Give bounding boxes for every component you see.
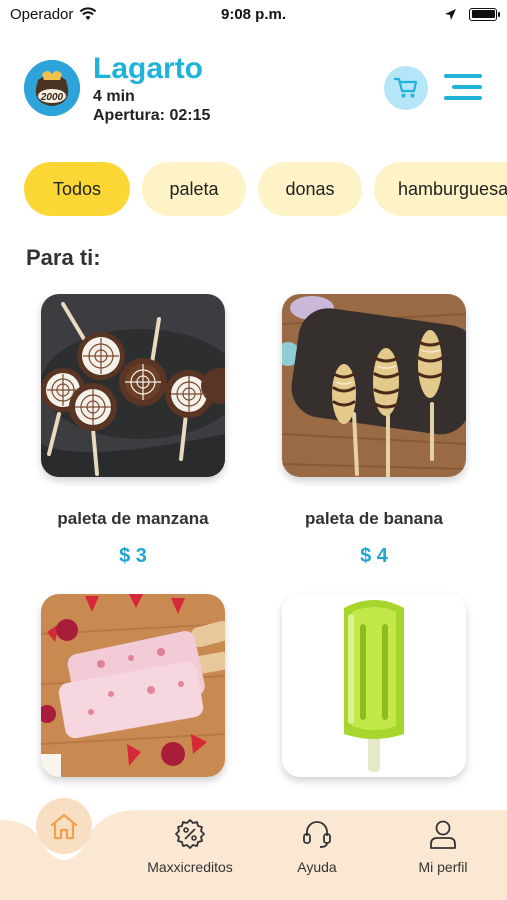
product-card[interactable]: paleta de manzana $ 3: [41, 294, 225, 568]
home-icon: [50, 813, 78, 840]
menu-icon: [444, 74, 482, 78]
category-chip-todos[interactable]: Todos: [24, 162, 130, 216]
cart-icon: [394, 77, 418, 98]
product-image[interactable]: [41, 294, 225, 477]
product-image[interactable]: [41, 594, 225, 777]
status-right: [444, 7, 500, 21]
discount-icon: [175, 819, 205, 849]
bottom-navigation: Maxxicreditos Ayuda Mi perfil: [0, 790, 507, 900]
cart-button[interactable]: [384, 66, 428, 110]
store-name: Lagarto: [93, 52, 204, 85]
category-chip-paleta[interactable]: paleta: [142, 162, 246, 216]
status-bar: Operador 9:08 p.m.: [0, 0, 507, 28]
store-logo-image: 2000: [24, 60, 80, 116]
product-name: paleta de manzana: [57, 509, 209, 528]
category-chip-hamburguesas[interactable]: hamburguesas: [374, 162, 507, 216]
nav-label: Mi perfil: [418, 859, 468, 875]
category-chips: Todos paleta donas hamburguesas: [24, 162, 507, 218]
category-chip-donas[interactable]: donas: [258, 162, 362, 216]
wifi-icon: [80, 7, 97, 20]
product-card[interactable]: paleta de banana $ 4: [282, 294, 466, 568]
status-left: Operador: [10, 6, 97, 23]
battery-icon: [469, 7, 500, 21]
svg-text:2000: 2000: [40, 92, 64, 103]
product-card[interactable]: [282, 594, 466, 777]
product-price: $ 4: [360, 545, 388, 567]
nav-label: Maxxicreditos: [147, 859, 233, 875]
nav-label: Ayuda: [297, 859, 337, 875]
carrier-label: Operador: [10, 5, 74, 23]
product-image[interactable]: [282, 594, 466, 777]
nav-item-ayuda[interactable]: Ayuda: [262, 818, 372, 875]
menu-button[interactable]: [444, 74, 482, 100]
store-header: 2000 Lagarto 4 min Apertura: 02:15: [0, 50, 507, 130]
product-image[interactable]: [282, 294, 466, 477]
store-wait-time: 4 min: [93, 88, 135, 105]
store-avatar[interactable]: 2000: [24, 60, 80, 116]
product-price: $ 3: [119, 545, 147, 567]
product-name: paleta de banana: [305, 509, 443, 528]
headset-icon: [303, 821, 331, 848]
store-opening-time: Apertura: 02:15: [93, 107, 211, 124]
nav-item-maxxicreditos[interactable]: Maxxicreditos: [135, 818, 245, 875]
location-arrow-icon: [445, 8, 456, 20]
user-icon: [430, 820, 456, 849]
home-button[interactable]: [36, 798, 92, 854]
section-title: Para ti:: [26, 245, 101, 270]
product-card[interactable]: [41, 594, 225, 777]
nav-item-mi-perfil[interactable]: Mi perfil: [388, 818, 498, 875]
